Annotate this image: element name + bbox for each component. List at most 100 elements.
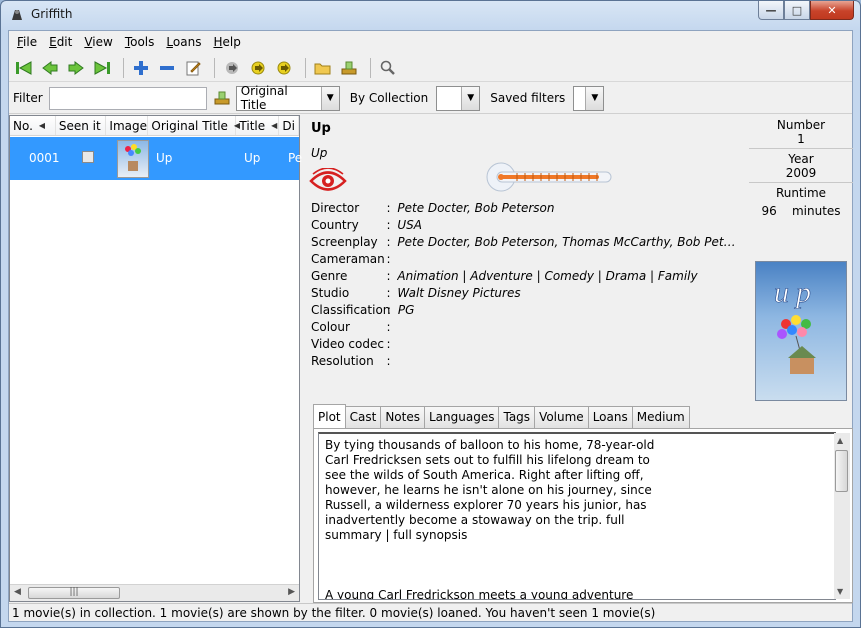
plot-paragraph: By tying thousands of balloon to his hom… [325,438,655,542]
plot-paragraph: A young Carl Fredrickson meets a young a… [325,588,634,600]
tab-loans[interactable]: Loans [587,406,633,428]
field-country: Country: USA [311,218,422,232]
row-director: Pe [288,151,303,165]
scroll-up-icon[interactable]: ▲ [837,436,843,445]
poster-thumbnail [117,140,149,178]
toolbar-separator [370,57,371,78]
detail-tabs: Plot Cast Notes Languages Tags Volume Lo… [313,404,690,428]
column-image[interactable]: Image [106,116,149,135]
column-director[interactable]: Di [279,116,299,135]
scanner-icon[interactable] [338,57,360,79]
go-icon[interactable] [221,57,243,79]
movie-title: Up [311,121,331,136]
seen-eye-icon[interactable] [309,168,347,194]
toolbar-separator [214,57,215,78]
by-collection-button[interactable]: By Collection [344,86,435,111]
maximize-button[interactable]: □ [784,1,810,20]
add-icon[interactable] [130,57,152,79]
runtime-label: Runtime [775,186,827,200]
detail-pane: Up Up Director: Pete Docter, Bob Peterso… [305,115,853,603]
horizontal-scrollbar[interactable]: ◀ ||| ▶ [10,584,299,601]
go-3-icon[interactable] [273,57,295,79]
menu-help[interactable]: Help [207,35,246,49]
filter-input[interactable] [48,86,207,110]
movie-fields: Director: Pete Docter, Bob Peterson Count… [311,201,741,371]
scrollbar-thumb[interactable] [835,450,848,492]
list-header: No. ◀ Seen it Image Original Title ◀ Title… [10,116,299,136]
field-studio: Studio: Walt Disney Pictures [311,286,521,300]
window-controls: — □ ✕ [758,1,854,21]
tab-cast[interactable]: Cast [344,406,382,428]
scroll-left-icon[interactable]: ◀ [14,587,21,597]
saved-filters-button[interactable]: Saved filters [484,86,571,111]
movie-info-panel: Number 1 Year 2009 Runtime 96 minutes [749,115,853,218]
clear-filter-button[interactable] [211,87,233,109]
menu-file[interactable]: File [11,35,43,49]
year-value: 2009 [785,166,817,180]
rating-slider[interactable] [485,161,613,193]
minimize-button[interactable]: — [758,1,784,20]
filter-field-combo[interactable]: Original Title ▼ [235,84,340,112]
sort-left-icon: ◀ [271,121,278,130]
runtime-unit: minutes [791,204,841,218]
scroll-right-icon[interactable]: ▶ [288,587,295,597]
edit-icon[interactable] [182,57,204,79]
column-original-title[interactable]: Original Title ◀ [148,116,240,135]
tab-languages[interactable]: Languages [424,406,500,428]
year-label: Year [788,152,814,166]
menu-bar: File Edit View Tools Loans Help [9,31,852,53]
chevron-down-icon: ▼ [585,86,604,110]
column-seen-it[interactable]: Seen it [56,116,107,135]
saved-filters-combo[interactable]: ▼ [573,85,605,111]
plot-text[interactable]: By tying thousands of balloon to his hom… [318,432,836,600]
table-row[interactable]: 0001 Up Up Pe [10,137,303,180]
row-original-title: Up [156,151,173,165]
main-window: Griffith — □ ✕ File Edit View Tools Loan… [0,0,861,628]
row-number: 0001 [29,151,60,165]
tab-volume[interactable]: Volume [534,406,589,428]
tab-notes[interactable]: Notes [380,406,425,428]
vertical-scrollbar[interactable]: ▲ ▼ [834,433,850,599]
status-bar: 1 movie(s) in collection. 1 movie(s) are… [9,603,852,622]
client-area: File Edit View Tools Loans Help Filter O… [8,30,853,622]
tab-tags[interactable]: Tags [498,406,536,428]
filter-bar: Filter Original Title ▼ By Collection ▼ … [9,83,852,114]
close-button[interactable]: ✕ [810,1,854,20]
field-colour: Colour: [311,320,391,334]
menu-tools[interactable]: Tools [119,35,161,49]
movie-list[interactable]: No. ◀ Seen it Image Original Title ◀ Title… [9,115,303,602]
collection-combo[interactable]: ▼ [436,85,481,111]
chevron-down-icon: ▼ [461,86,480,110]
movie-original-title: Up [311,146,328,160]
svg-text:u: u [774,276,789,309]
scroll-down-icon[interactable]: ▼ [837,587,843,596]
field-genre: Genre: Animation | Adventure | Comedy | D… [311,269,698,283]
menu-view[interactable]: View [78,35,118,49]
app-icon [12,10,22,20]
year-block: Year 2009 [749,149,853,183]
seen-it-checkbox[interactable] [82,151,94,163]
toolbar-separator [305,57,306,78]
number-label: Number [776,118,826,132]
title-bar[interactable]: Griffith — □ ✕ [1,1,860,29]
go-2-icon[interactable] [247,57,269,79]
field-director: Director: Pete Docter, Bob Peterson [311,201,555,215]
menu-loans[interactable]: Loans [160,35,207,49]
toolbar-separator [123,57,124,78]
first-icon[interactable] [13,57,35,79]
last-icon[interactable] [91,57,113,79]
scrollbar-thumb[interactable]: ||| [28,587,120,599]
tab-medium[interactable]: Medium [631,406,690,428]
tab-plot[interactable]: Plot [313,404,346,428]
svg-text:p: p [794,276,811,309]
field-screenplay: Screenplay: Pete Docter, Bob Peterson, Th… [311,235,741,249]
previous-icon[interactable] [39,57,61,79]
next-icon[interactable] [65,57,87,79]
remove-icon[interactable] [156,57,178,79]
search-icon[interactable] [377,57,399,79]
open-folder-icon[interactable] [312,57,334,79]
movie-poster[interactable]: u p [755,261,847,401]
column-number[interactable]: No. ◀ [10,116,56,135]
menu-edit[interactable]: Edit [43,35,78,49]
column-title[interactable]: Title ◀ [236,116,280,135]
